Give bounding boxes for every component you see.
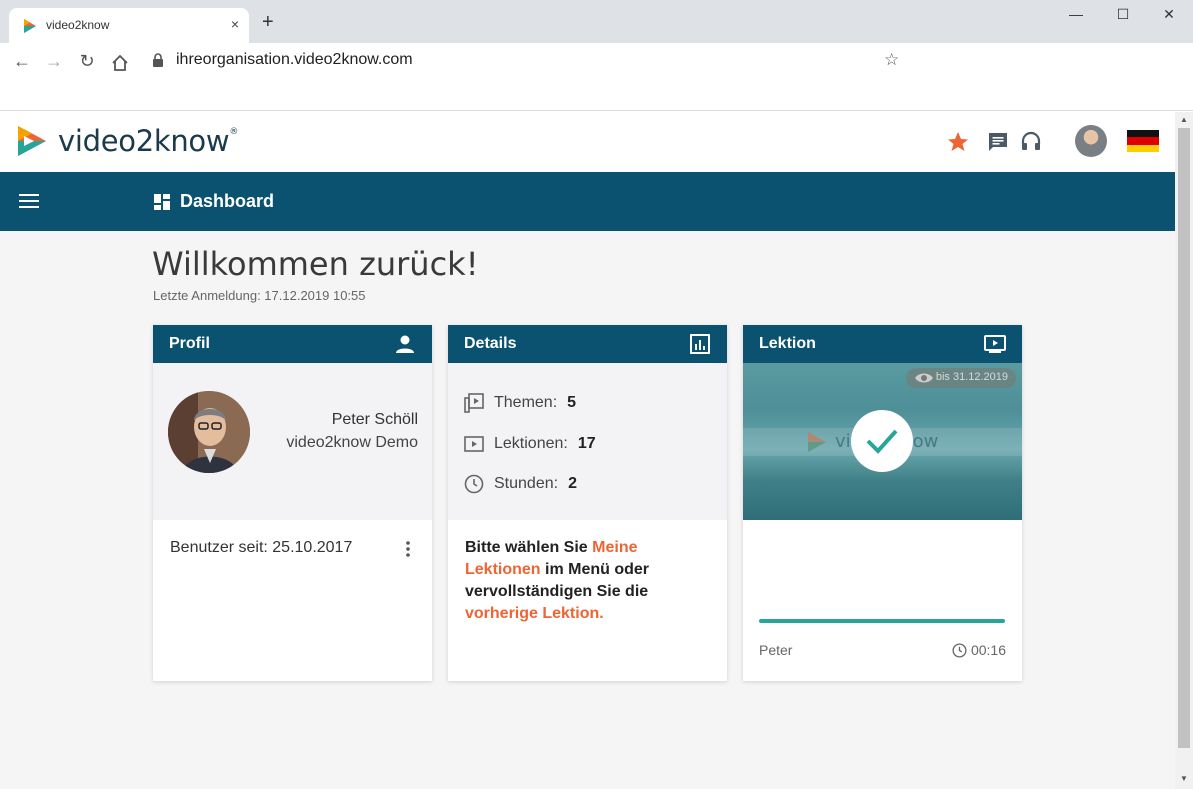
window-close-button[interactable]: ✕: [1159, 6, 1179, 23]
reload-icon[interactable]: ↻: [77, 51, 97, 71]
headset-icon[interactable]: [1019, 130, 1043, 154]
forward-arrow-icon[interactable]: →: [44, 51, 64, 71]
details-card-title: Details: [464, 335, 517, 352]
details-card-header: Details: [448, 325, 727, 363]
clock-icon: [464, 474, 484, 494]
completed-check-icon: [851, 410, 913, 472]
lesson-progress-bar: [759, 619, 1005, 623]
bookmark-star-icon[interactable]: ☆: [884, 50, 899, 70]
tab-close-button[interactable]: ×: [231, 16, 239, 32]
person-icon: [396, 335, 414, 353]
browser-tab[interactable]: video2know ×: [9, 8, 249, 43]
top-navbar: Dashboard: [0, 172, 1175, 231]
lesson-duration: 00:16: [952, 642, 1006, 658]
details-instruction-text: Bitte wählen Sie Meine Lektionen im Menü…: [465, 539, 650, 622]
page-title: Dashboard: [180, 191, 275, 211]
user-avatar[interactable]: [1075, 125, 1107, 157]
window-maximize-button[interactable]: ☐: [1113, 6, 1133, 23]
video-screen-icon: [984, 335, 1006, 353]
scroll-up-arrow-icon[interactable]: ▲: [1180, 115, 1188, 124]
lesson-card[interactable]: Lektion vi ow bis 31.12.2019 Peter 00:16: [743, 325, 1022, 681]
availability-badge: bis 31.12.2019: [905, 368, 1016, 388]
member-since-text: Benutzer seit: 25.10.2017: [170, 539, 353, 556]
back-arrow-icon[interactable]: ←: [12, 51, 32, 71]
lock-icon: [153, 53, 163, 67]
browser-tab-bar: video2know × + — ☐ ✕: [0, 0, 1193, 43]
video2know-logo-icon[interactable]: [16, 124, 48, 158]
star-icon[interactable]: [946, 130, 970, 154]
details-row-lessons: Lektionen: 17: [464, 434, 596, 454]
profile-card-title: Profil: [169, 335, 210, 352]
logo-text[interactable]: video2know®: [58, 124, 238, 158]
window-minimize-button[interactable]: —: [1066, 6, 1086, 22]
previous-lesson-link[interactable]: vorherige Lektion.: [465, 605, 604, 622]
profile-photo: [168, 391, 250, 473]
scroll-down-arrow-icon[interactable]: ▼: [1180, 774, 1188, 783]
profile-name: Peter Schöll: [331, 411, 418, 428]
new-tab-button[interactable]: +: [262, 12, 274, 32]
lesson-thumbnail[interactable]: vi ow bis 31.12.2019: [743, 363, 1022, 520]
welcome-heading: Willkommen zurück!: [152, 245, 479, 283]
details-card: Details Themen: 5 Lektionen: 17 Stunden:…: [448, 325, 727, 681]
page-scrollbar[interactable]: ▲ ▼: [1175, 112, 1193, 789]
details-row-topics: Themen: 5: [464, 393, 576, 413]
lesson-card-title: Lektion: [759, 335, 816, 352]
app-header: video2know®: [0, 112, 1175, 172]
details-row-hours: Stunden: 2: [464, 474, 577, 494]
more-options-icon[interactable]: [406, 541, 410, 557]
eye-icon: [914, 373, 933, 383]
details-card-body: Themen: 5 Lektionen: 17 Stunden: 2: [448, 363, 727, 520]
german-flag-icon[interactable]: [1127, 130, 1159, 152]
home-icon[interactable]: [110, 53, 130, 73]
hamburger-menu-icon[interactable]: [19, 194, 39, 208]
profile-card-header: Profil: [153, 325, 432, 363]
scrollbar-thumb[interactable]: [1178, 128, 1190, 748]
dashboard-icon: [154, 194, 170, 210]
url-field[interactable]: ihreorganisation.video2know.com: [176, 51, 413, 69]
tab-title: video2know: [46, 18, 110, 32]
app-viewport: video2know® Dashboard Willkommen zurück!…: [0, 112, 1175, 789]
lessons-icon: [464, 436, 484, 452]
video2know-favicon-icon: [24, 19, 36, 33]
chat-icon[interactable]: [986, 130, 1010, 154]
topics-icon: [464, 393, 484, 413]
address-bar: ← → ↻ ihreorganisation.video2know.com ☆: [0, 43, 1193, 111]
profile-organization: video2know Demo: [286, 434, 418, 451]
profile-card: Profil Peter Schöll video2know Demo Benu…: [153, 325, 432, 681]
last-login-text: Letzte Anmeldung: 17.12.2019 10:55: [153, 288, 366, 303]
clock-icon: [952, 643, 967, 658]
watermark-logo-icon: [808, 432, 826, 452]
profile-card-body: Peter Schöll video2know Demo: [153, 363, 432, 520]
lesson-author: Peter: [759, 642, 793, 658]
bar-chart-icon: [690, 334, 710, 354]
lesson-card-header: Lektion: [743, 325, 1022, 363]
